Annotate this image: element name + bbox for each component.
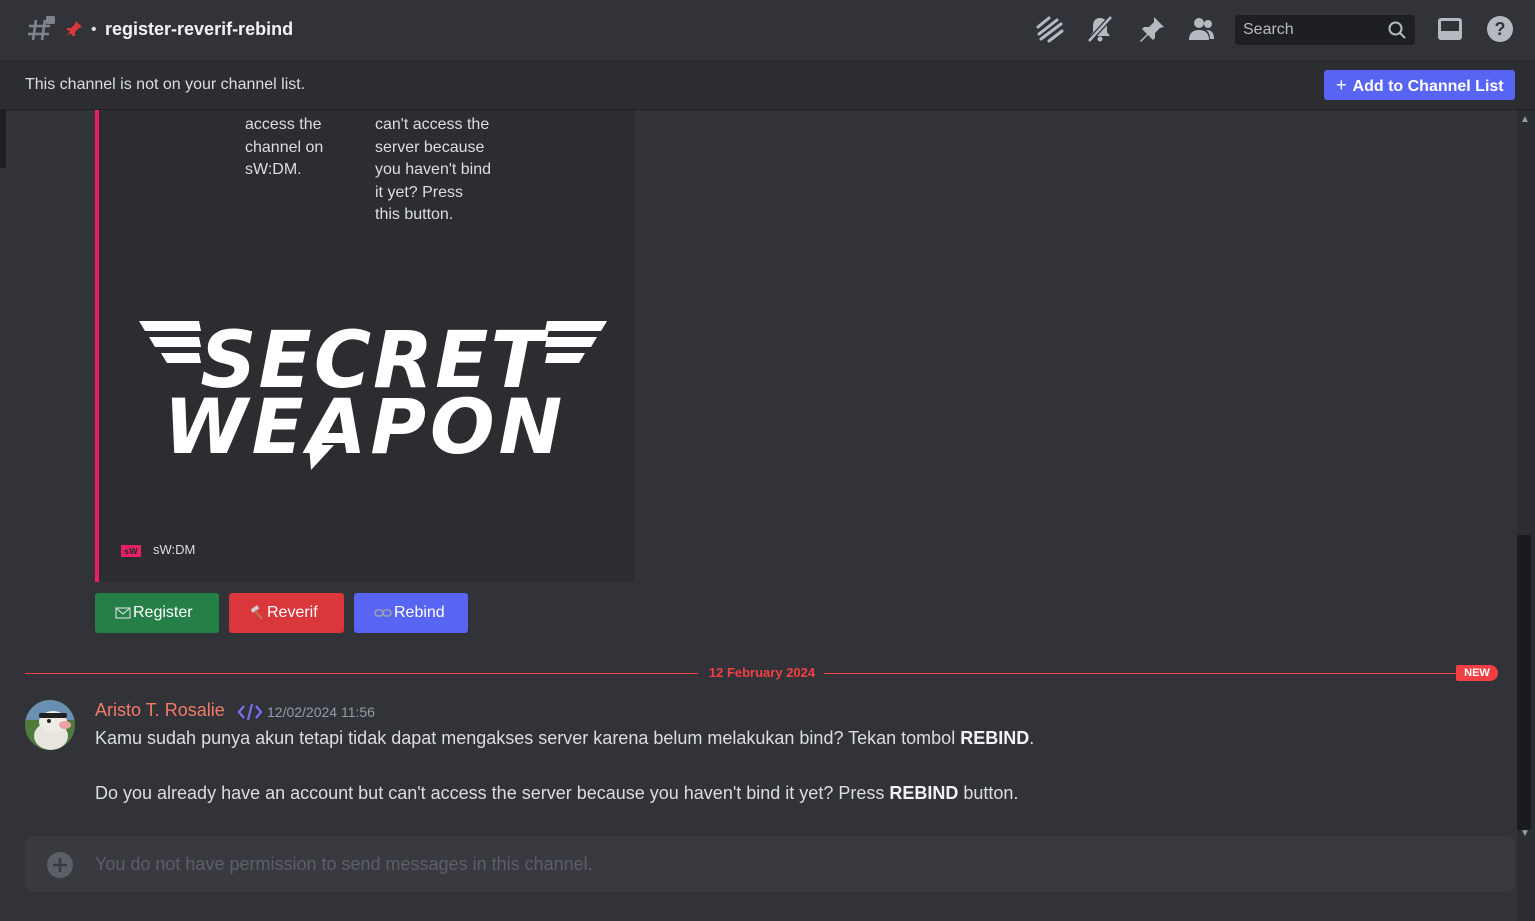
channel-notice-text: This channel is not on your channel list… [25, 76, 306, 93]
add-attachment-icon [47, 852, 73, 878]
message-line-indonesian: Kamu sudah punya akun tetapi tidak dapat… [95, 728, 1034, 749]
register-label: Register [133, 604, 193, 621]
add-to-channel-list-button[interactable]: + Add to Channel List [1324, 70, 1515, 100]
help-icon[interactable]: ? [1485, 14, 1515, 44]
hammer-icon [250, 604, 263, 620]
message-timestamp: 12/02/2024 11:56 [267, 704, 375, 720]
developer-badge-icon[interactable] [237, 702, 263, 722]
register-button[interactable]: Register [95, 593, 219, 633]
embed-text-line: sW:DM. [245, 161, 302, 178]
avatar[interactable] [25, 700, 75, 750]
embed-text-line: channel on [245, 138, 324, 156]
header-separator: • [91, 21, 97, 38]
message-composer: You do not have permission to send messa… [25, 836, 1515, 892]
reverif-label: Reverif [267, 604, 318, 621]
channel-header: • register-reverif-rebind Search ? [0, 0, 1535, 61]
message-bold-text: REBIND [889, 783, 959, 803]
red-pin-icon [66, 21, 82, 37]
secret-weapon-logo[interactable]: SECRET WEAPON [139, 315, 607, 473]
scrollbar-thumb[interactable] [1517, 535, 1531, 830]
svg-text:?: ? [1495, 19, 1506, 39]
avatar-image [25, 700, 75, 750]
divider-date: 12 February 2024 [708, 665, 816, 680]
message-embed: access the channel on sW:DM. can't acces… [95, 110, 635, 582]
embed-footer-text: sW:DM [153, 542, 196, 557]
message-list[interactable]: access the channel on sW:DM. can't acces… [0, 110, 1517, 921]
search-icon [1388, 21, 1406, 39]
plus-icon: + [1336, 75, 1347, 95]
search-placeholder: Search [1243, 21, 1294, 38]
members-icon[interactable] [1186, 14, 1216, 44]
channel-title: register-reverif-rebind [105, 19, 294, 39]
composer-placeholder: You do not have permission to send messa… [95, 854, 593, 874]
logo-line-bottom: WEAPON [164, 382, 566, 471]
new-badge: NEW [1456, 665, 1498, 681]
message-text: Kamu sudah punya akun tetapi tidak dapat… [95, 728, 961, 748]
rebind-button[interactable]: Rebind [354, 593, 468, 633]
add-to-channel-list-label: Add to Channel List [1352, 78, 1504, 95]
svg-text:sW: sW [124, 547, 138, 556]
embed-field-register: access the channel on sW:DM. [245, 114, 323, 182]
message-text: button. [958, 783, 1019, 803]
scrollbar[interactable]: ▲ ▼ [1517, 110, 1535, 921]
embed-field-rebind: can't access the server because you have… [375, 114, 491, 227]
embed-text-line: it yet? Press [375, 183, 464, 201]
scroll-up-arrow-icon[interactable]: ▲ [1520, 114, 1530, 125]
link-icon [374, 608, 392, 617]
new-messages-divider-left [25, 673, 698, 674]
reverif-button[interactable]: Reverif [229, 593, 344, 633]
message-author[interactable]: Aristo T. Rosalie [95, 700, 225, 721]
inbox-icon[interactable] [1435, 14, 1465, 44]
new-messages-divider-right [824, 673, 1460, 674]
message-text: Do you already have an account but can't… [95, 783, 890, 803]
message-bold-text: REBIND [960, 728, 1030, 748]
pin-icon[interactable] [1137, 14, 1167, 44]
threads-icon[interactable] [1035, 14, 1065, 44]
mute-bell-icon[interactable] [1085, 14, 1115, 44]
embed-text-line: you haven't bind [375, 161, 492, 178]
embed-text-line: this button. [375, 206, 454, 223]
embed-text-line: server because [375, 138, 485, 156]
swdm-logo-icon: sW [121, 545, 141, 557]
message-line-english: Do you already have an account but can't… [95, 783, 1018, 804]
scroll-down-arrow-icon[interactable]: ▼ [1520, 828, 1530, 839]
channel-hash-icon [28, 16, 55, 41]
message-text: . [1029, 728, 1035, 748]
embed-text-line: can't access the [375, 116, 490, 133]
search-box[interactable]: Search [1235, 15, 1415, 45]
rebind-label: Rebind [394, 604, 445, 621]
channel-notice-bar: This channel is not on your channel list… [0, 61, 1535, 110]
envelope-icon [115, 607, 131, 619]
embed-text-line: access the [245, 116, 322, 133]
